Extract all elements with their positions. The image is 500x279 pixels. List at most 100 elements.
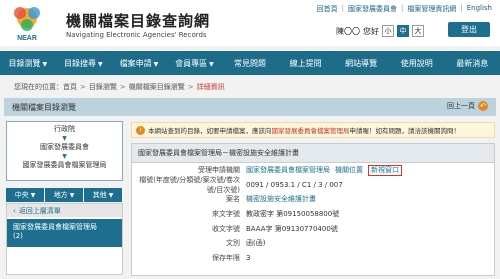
nav-item-browse[interactable]: 目錄瀏覽 ▼ [0, 58, 56, 69]
breadcrumb-browse[interactable]: 目錄瀏覽 [89, 82, 117, 92]
user-box: 陳〇〇 您好 小 中 大 [336, 25, 424, 37]
nav-item-sitemap[interactable]: 網站導覽 [333, 58, 389, 69]
notice-highlight: 國家發展委員會檔案管理局 [271, 127, 350, 135]
chevron-down-icon: ▼ [42, 60, 48, 68]
back-label: 回上一頁 [447, 102, 475, 110]
nav-label: 目錄瀏覽 [8, 58, 41, 68]
record-row: 保存年限 3 [132, 251, 494, 266]
field-label: 案名 [226, 195, 240, 204]
breadcrumb-prefix: 您現在的位置： [14, 83, 63, 91]
site-title: 機關檔案目錄查詢網 [66, 12, 211, 30]
toplink-home[interactable]: 回首頁 [317, 4, 338, 14]
toplink-separator: | [341, 4, 344, 12]
user-name: 陳〇〇 [336, 26, 360, 36]
chevron-down-icon: ▼ [108, 191, 114, 199]
new-window-button[interactable]: 新視窗口 [368, 164, 402, 176]
top-links: 回首頁 | 國家發展委員會 | 檔案管理資訊網 | English [317, 4, 492, 14]
breadcrumb-current: 詳細資訊 [196, 83, 225, 91]
breadcrumb-separator: > [187, 83, 194, 91]
record-row: 案名 機密設施安全維護計畫 [132, 192, 494, 207]
chevron-down-icon: ▼ [153, 60, 159, 68]
field-label: 檔號(年度號/分類號/案次號/卷次號/目次號) [139, 175, 240, 194]
nav-item-faq[interactable]: 常見問題 [222, 58, 278, 69]
toplink-ndc[interactable]: 國家發展委員會 [348, 4, 397, 14]
record-row: 文別 函(函) [132, 236, 494, 251]
receiving-agency-link[interactable]: 國家發展委員會檔案管理局 [246, 165, 330, 175]
toplink-records-info[interactable]: 檔案管理資訊網 [407, 4, 456, 14]
back-to-list-button[interactable]: ‹ 返回上層清單 [7, 204, 122, 217]
record-heading: 國家發展委員會檔案管理局－機密設施安全維護計畫 [132, 144, 494, 163]
nav-label: 會員專區 [175, 58, 208, 68]
chevron-down-icon: ▼ [30, 191, 36, 199]
breadcrumb: 您現在的位置： 首頁 > 目錄瀏覽 > 機關檔案目錄瀏覽 > 詳細資訊 [0, 78, 500, 96]
case-name-link[interactable]: 機密設施安全維護計畫 [246, 194, 316, 204]
incoming-doc-number: 教政密字 第09150058800號 [246, 210, 340, 219]
back-arrow-icon: ↶ [478, 101, 488, 111]
chevron-left-icon: ‹ [13, 206, 16, 215]
chevron-down-icon: ▼ [209, 60, 214, 68]
tree-level-1[interactable]: 行政院 [7, 125, 122, 134]
back-to-list-label: 返回上層清單 [18, 206, 61, 215]
field-label: 受理申請機關 [198, 166, 240, 175]
agency-list-panel: ‹ 返回上層清單 國家發展委員會檔案管理局 (2) [6, 203, 123, 275]
field-value-group: 國家發展委員會檔案管理局 機關位置 新視窗口 [246, 164, 402, 176]
agency-list-item[interactable]: 國家發展委員會檔案管理局 (2) [7, 219, 122, 247]
site-header: NEAR 機關檔案目錄查詢網 Navigating Electronic Age… [0, 0, 500, 46]
tab-label: 中央 [14, 191, 29, 199]
site-subtitle: Navigating Electronic Agencies' Records [66, 31, 207, 39]
agency-name: 國家發展委員會檔案管理局 [13, 223, 97, 231]
toplink-separator: | [401, 4, 404, 12]
nav-label: 檔案申請 [119, 58, 152, 68]
field-label: 收文字號 [212, 224, 240, 233]
toplink-english[interactable]: English [467, 4, 492, 14]
nav-item-member[interactable]: 會員專區 ▼ [167, 58, 223, 69]
agency-location-link[interactable]: 機關位置 [335, 165, 363, 175]
region-tabs: 中央 ▼ 地方 ▼ 其他 ▼ [6, 188, 123, 202]
back-button[interactable]: 回上一頁 ↶ [447, 101, 488, 111]
notice-banner: ! 本網站查到的目錄，如要申請檔案，應該向 國家發展委員會檔案管理局 申請喔！如… [131, 122, 495, 138]
record-row: 檔號(年度號/分類號/案次號/卷次號/目次號) 0091 / 0953.1 / … [132, 175, 494, 194]
breadcrumb-separator: > [119, 83, 126, 91]
tab-central[interactable]: 中央 ▼ [6, 188, 45, 202]
section-header: 機關檔案目錄瀏覽 回上一頁 ↶ [4, 98, 496, 116]
user-greeting: 您好 [363, 26, 379, 36]
notice-text-after: 申請喔！如有問題，請洽該機關詢問！ [349, 127, 461, 135]
nav-item-search[interactable]: 目錄搜尋 ▼ [56, 58, 112, 69]
logo-text: NEAR [17, 35, 37, 42]
main-nav: 目錄瀏覽 ▼ 目錄搜尋 ▼ 檔案申請 ▼ 會員專區 ▼ 常見問題 線上提問 網站導覽 使… [0, 51, 500, 75]
agency-count: (2) [13, 232, 23, 240]
nav-item-help[interactable]: 使用說明 [389, 58, 445, 69]
toplink-separator: | [460, 4, 463, 12]
retention-period-value: 3 [246, 253, 251, 262]
nav-item-ask[interactable]: 線上提問 [278, 58, 334, 69]
breadcrumb-home[interactable]: 首頁 [63, 82, 77, 92]
arrow-down-icon: ▼ [62, 135, 67, 142]
logout-button[interactable]: 登出 [448, 22, 490, 37]
tab-local[interactable]: 地方 ▼ [45, 188, 84, 202]
font-size-medium-button[interactable]: 中 [397, 25, 409, 37]
tab-label: 地方 [53, 191, 68, 199]
tab-other[interactable]: 其他 ▼ [84, 188, 123, 202]
field-label: 文別 [226, 239, 240, 248]
font-size-small-button[interactable]: 小 [382, 25, 394, 37]
notice-text-before: 本網站查到的目錄，如要申請檔案，應該向 [148, 127, 272, 135]
nav-label: 目錄搜尋 [64, 58, 97, 68]
tab-label: 其他 [92, 191, 107, 199]
section-title: 機關檔案目錄瀏覽 [12, 102, 76, 112]
near-logo[interactable]: NEAR [6, 3, 48, 43]
font-size-large-button[interactable]: 大 [412, 25, 424, 37]
agency-tree: 行政院 ▼ 國家發展委員會 ▼ 國家發展委員會檔案管理局 [6, 121, 123, 181]
nav-item-news[interactable]: 最新消息 [445, 58, 500, 69]
record-detail: 國家發展委員會檔案管理局－機密設施安全維護計畫 受理申請機關 國家發展委員會檔案… [131, 143, 495, 276]
chevron-down-icon: ▼ [98, 60, 103, 68]
tree-level-2[interactable]: 國家發展委員會 [7, 143, 122, 152]
field-label: 來文字號 [212, 210, 240, 219]
breadcrumb-separator: > [80, 83, 86, 91]
record-row: 收文字號 BAAA字 第09130770400號 [132, 221, 494, 236]
logo-icon: NEAR [14, 7, 40, 42]
tree-level-3[interactable]: 國家發展委員會檔案管理局 [7, 161, 122, 170]
nav-item-apply[interactable]: 檔案申請 ▼ [111, 58, 167, 69]
arrow-down-icon: ▼ [62, 153, 67, 160]
breadcrumb-agency-browse[interactable]: 機關檔案目錄瀏覽 [129, 82, 185, 92]
doc-type-value: 函(函) [246, 239, 266, 248]
